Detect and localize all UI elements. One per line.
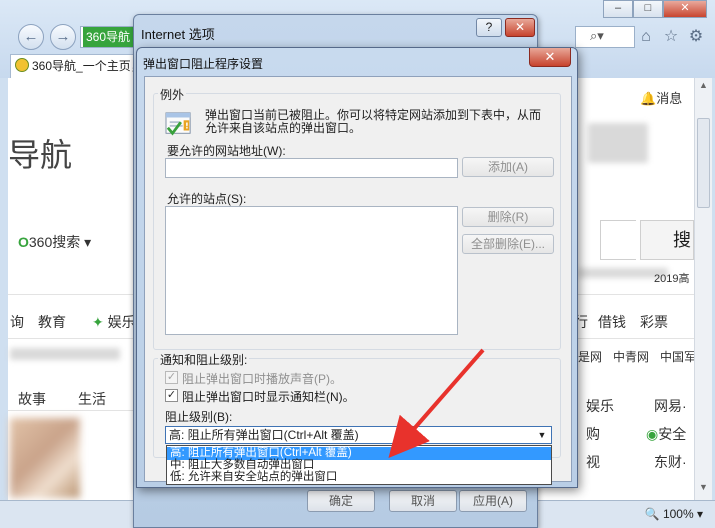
side-item-4[interactable]: 视 (586, 452, 600, 472)
blocking-level-label: 阻止级别(B): (165, 410, 233, 424)
address-bar[interactable]: 360导航 (80, 26, 135, 48)
blocking-level-dropdown: 高: 阻止所有弹出窗口(Ctrl+Alt 覆盖) 中: 阻止大多数自动弹出窗口 … (166, 445, 552, 485)
popup-blocker-title: 弹出窗口阻止程序设置 (143, 57, 264, 71)
home-icon[interactable]: ⌂ (636, 27, 656, 47)
site-link-2[interactable]: 中国军 (660, 348, 696, 365)
add-site-button[interactable]: 添加(A) (462, 157, 554, 177)
side-item-0[interactable]: 娱乐 (586, 396, 614, 416)
minimize-button[interactable]: – (603, 0, 633, 18)
search-logo-icon: O (18, 234, 29, 250)
search-icon: ⌕▾ (590, 28, 604, 43)
site-link-0[interactable]: 是网 (578, 348, 602, 365)
forward-icon[interactable]: → (50, 24, 76, 50)
page-search-input[interactable] (600, 220, 636, 260)
notifications-group-label: 通知和阻止级别: (158, 351, 250, 368)
page-brand: 导航 (8, 137, 73, 173)
level-option-low[interactable]: 低: 允许来自安全站点的弹出窗口 (167, 471, 551, 484)
help-button[interactable]: ? (476, 18, 502, 37)
news-thumbnail[interactable] (10, 418, 80, 498)
remove-site-button[interactable]: 删除(R) (462, 207, 554, 227)
nav-link-left-2[interactable]: ✦ 娱乐 (92, 312, 136, 332)
page-search-button[interactable]: 搜 (640, 220, 694, 260)
exceptions-group-label: 例外 (158, 86, 187, 103)
site-link-1[interactable]: 中青网 (613, 348, 649, 365)
scroll-thumb[interactable] (697, 118, 710, 208)
bell-icon: 🔔 (640, 91, 657, 106)
site-favicon-icon (15, 58, 29, 72)
back-icon[interactable]: ← (18, 24, 44, 50)
cancel-button[interactable]: 取消 (389, 490, 457, 512)
favorites-icon[interactable]: ☆ (661, 27, 681, 47)
show-bar-label: 阻止弹出窗口时显示通知栏(N)。 (182, 390, 355, 404)
scroll-up-icon[interactable]: ▲ (697, 80, 710, 94)
side-item-1[interactable]: 网易· (654, 396, 687, 416)
play-sound-checkbox[interactable]: ✓ (165, 371, 178, 384)
zoom-icon: 🔍 (644, 507, 660, 521)
section-tab-story[interactable]: 故事 (18, 389, 46, 409)
internet-options-title: Internet 选项 (141, 27, 215, 42)
address-tag: 360导航 (83, 27, 134, 47)
blocking-level-select[interactable]: 高: 阻止所有弹出窗口(Ctrl+Alt 覆盖) ▼ (165, 426, 552, 444)
address-label: 要允许的网站地址(W): (167, 144, 286, 158)
side-item-5[interactable]: 东财· (654, 452, 687, 472)
popup-blocker-close-button[interactable]: ✕ (529, 48, 571, 67)
side-item-2[interactable]: 购 (586, 424, 600, 444)
site-address-input[interactable] (165, 158, 458, 178)
window-controls: – □ ✕ (603, 0, 707, 18)
allowed-sites-list[interactable] (165, 206, 458, 335)
nav-link-left-1[interactable]: 教育 (38, 312, 66, 332)
side-item-3[interactable]: ◉安全 (646, 424, 686, 444)
year-text: 2019高 (654, 273, 690, 285)
maximize-button[interactable]: □ (633, 0, 663, 18)
allowed-sites-label: 允许的站点(S): (167, 192, 247, 206)
chevron-down-icon[interactable]: ▼ (535, 428, 549, 442)
nav-link-left-0[interactable]: 询 (10, 312, 24, 332)
nav-link-right-2[interactable]: 彩票 (640, 312, 668, 332)
scroll-down-icon[interactable]: ▼ (697, 482, 710, 496)
gear-icon[interactable]: ⚙ (686, 27, 706, 47)
nav-link-right-1[interactable]: 借钱 (598, 312, 626, 332)
play-sound-label: 阻止弹出窗口时播放声音(P)。 (182, 372, 342, 386)
show-bar-checkbox[interactable]: ✓ (165, 389, 178, 402)
tab-360nav[interactable]: 360导航_一个主页，整个世界 (10, 54, 134, 78)
close-window-button[interactable]: ✕ (663, 0, 707, 18)
blocking-level-value: 高: 阻止所有弹出窗口(Ctrl+Alt 覆盖) (169, 428, 359, 442)
exceptions-description-line2: 允许来自该站点的弹出窗口。 (205, 121, 362, 135)
section-tab-life[interactable]: 生活 (78, 389, 106, 409)
internet-options-close-button[interactable]: ✕ (505, 18, 535, 37)
popup-window-icon: ! (165, 112, 191, 136)
svg-text:!: ! (185, 121, 189, 131)
apply-button[interactable]: 应用(A) (459, 490, 527, 512)
tab-title: 360导航_一个主页，整个世界 (32, 59, 133, 73)
notification-link[interactable]: 🔔消息 (640, 88, 682, 107)
search-logo: O360搜索 ▾ (18, 234, 92, 250)
zoom-control[interactable]: 🔍 100% ▾ (645, 507, 703, 521)
remove-all-sites-button[interactable]: 全部删除(E)... (462, 234, 554, 254)
search-field[interactable]: ⌕▾ (575, 26, 635, 48)
ok-button[interactable]: 确定 (307, 490, 375, 512)
page-scrollbar[interactable]: ▲ ▼ (694, 78, 712, 500)
